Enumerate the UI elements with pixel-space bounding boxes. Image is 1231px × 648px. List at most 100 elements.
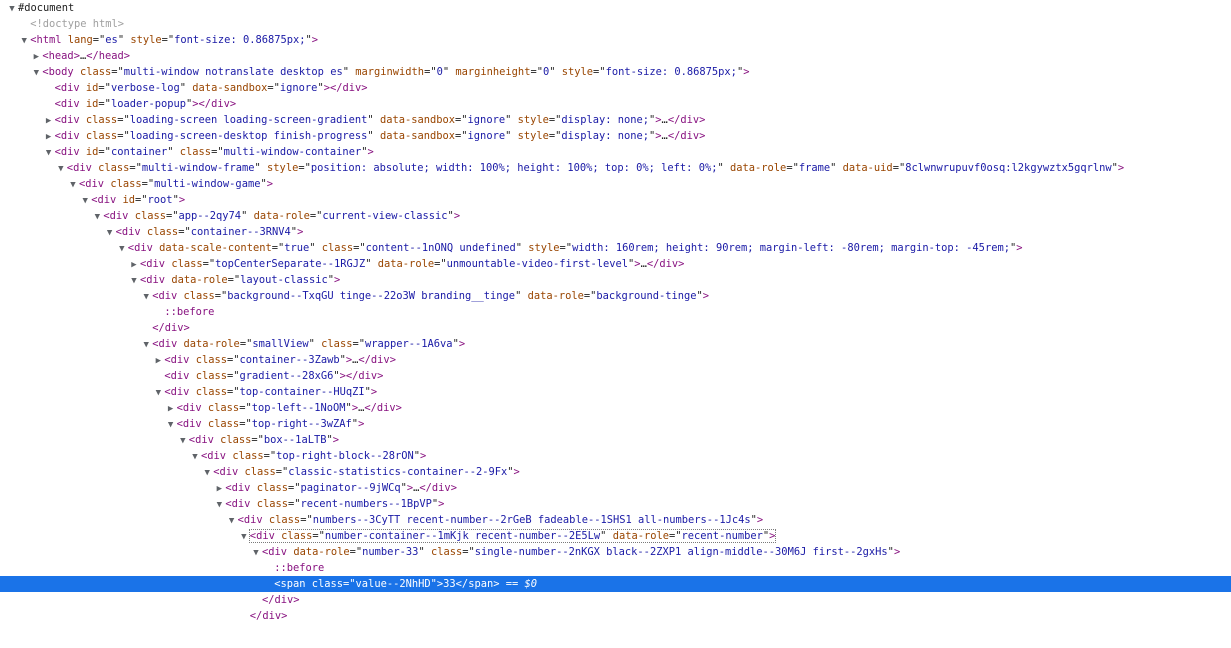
attribute-name[interactable]: class — [86, 130, 117, 142]
attribute-name[interactable]: class — [257, 498, 288, 510]
attribute-value[interactable]: box--1aLTB — [264, 434, 327, 446]
attribute-name[interactable]: data-sandbox — [380, 114, 455, 126]
selected-node-row[interactable]: <span class="value--2NhHD">33</span> == … — [0, 576, 1231, 592]
dom-node-row[interactable]: ▼ <div class="background--TxqGU tinge--22… — [0, 288, 1231, 304]
expand-triangle-icon[interactable]: ▼ — [226, 513, 238, 529]
attribute-value[interactable]: multi-window-container — [224, 146, 362, 158]
attribute-name[interactable]: class — [208, 402, 239, 414]
dom-node-row[interactable]: ▶ <div class="top-left--1NoOM">…</div> — [0, 400, 1231, 416]
attribute-name[interactable]: data-role — [730, 162, 786, 174]
attribute-name[interactable]: class — [431, 546, 462, 558]
attribute-value[interactable]: root — [148, 194, 173, 206]
expand-triangle-icon[interactable]: ▼ — [91, 209, 103, 225]
attribute-name[interactable]: data-role — [528, 290, 584, 302]
attribute-value[interactable]: background-tinge — [596, 290, 696, 302]
attribute-name[interactable]: marginheight — [455, 66, 530, 78]
attribute-value[interactable]: current-view-classic — [322, 210, 447, 222]
attribute-value[interactable]: loading-screen loading-screen-gradient — [130, 114, 368, 126]
attribute-value[interactable]: recent-number — [682, 530, 763, 542]
collapse-triangle-icon[interactable]: ▶ — [43, 113, 55, 129]
attribute-name[interactable]: id — [86, 146, 99, 158]
attribute-value[interactable]: value--2NhHD — [356, 578, 431, 590]
attribute-name[interactable]: style — [130, 34, 161, 46]
attribute-name[interactable]: lang — [68, 34, 93, 46]
attribute-value[interactable]: container--3RNV4 — [191, 226, 291, 238]
dom-node-row[interactable]: ▼ <div data-role="layout-classic"> — [0, 272, 1231, 288]
expand-triangle-icon[interactable]: ▼ — [43, 145, 55, 161]
dom-node-row[interactable]: ▼ <div data-role="number-33" class="singl… — [0, 544, 1231, 560]
dom-node-row[interactable]: ▼ <div class="top-container--HUqZI"> — [0, 384, 1231, 400]
dom-node-row[interactable]: ▼ <div class="top-right-block--28rON"> — [0, 448, 1231, 464]
attribute-value[interactable]: display: none; — [561, 130, 649, 142]
dom-node-row[interactable]: <div id="loader-popup"></div> — [0, 96, 1231, 112]
expand-triangle-icon[interactable]: ▼ — [238, 529, 250, 545]
expand-triangle-icon[interactable]: ▼ — [165, 417, 177, 433]
attribute-name[interactable]: class — [86, 114, 117, 126]
expand-triangle-icon[interactable]: ▼ — [140, 289, 152, 305]
attribute-value[interactable]: top-right--3wZAf — [252, 418, 352, 430]
attribute-name[interactable]: style — [518, 114, 549, 126]
expand-triangle-icon[interactable]: ▼ — [201, 465, 213, 481]
expand-triangle-icon[interactable]: ▼ — [177, 433, 189, 449]
collapse-triangle-icon[interactable]: ▶ — [30, 49, 42, 65]
attribute-name[interactable]: class — [281, 530, 312, 542]
attribute-value[interactable]: number-container--1mKjk recent-number--2… — [325, 530, 600, 542]
dom-node-row[interactable]: ▼ <div class="top-right--3wZAf"> — [0, 416, 1231, 432]
attribute-name[interactable]: class — [171, 258, 202, 270]
attribute-name[interactable]: data-role — [378, 258, 434, 270]
expand-triangle-icon[interactable]: ▼ — [104, 225, 116, 241]
attribute-name[interactable]: class — [110, 178, 141, 190]
attribute-value[interactable]: content--1nONQ undefined — [366, 242, 516, 254]
attribute-name[interactable]: style — [528, 242, 559, 254]
attribute-value[interactable]: recent-numbers--1BpVP — [301, 498, 432, 510]
dom-node-row[interactable]: ▶ <div class="container--3Zawb">…</div> — [0, 352, 1231, 368]
attribute-name[interactable]: class — [220, 434, 251, 446]
attribute-name[interactable]: class — [135, 210, 166, 222]
attribute-value[interactable]: classic-statistics-container--2-9Fx — [288, 466, 507, 478]
attribute-name[interactable]: data-uid — [843, 162, 893, 174]
attribute-value[interactable]: true — [284, 242, 309, 254]
attribute-value[interactable]: numbers--3CyTT recent-number--2rGeB fade… — [313, 514, 751, 526]
attribute-value[interactable]: multi-window notranslate desktop es — [124, 66, 343, 78]
expand-triangle-icon[interactable]: ▼ — [18, 33, 30, 49]
dom-node-row[interactable]: ▼ <div data-role="smallView" class="wrapp… — [0, 336, 1231, 352]
attribute-value[interactable]: verbose-log — [111, 82, 180, 94]
attribute-value[interactable]: ignore — [468, 114, 506, 126]
attribute-name[interactable]: class — [208, 418, 239, 430]
attribute-value[interactable]: multi-window-frame — [142, 162, 255, 174]
attribute-name[interactable]: class — [147, 226, 178, 238]
dom-node-row[interactable]: <!doctype html> — [0, 16, 1231, 32]
elements-dom-tree[interactable]: ▼ #document <!doctype html> ▼ <html lang="es… — [0, 0, 1231, 648]
attribute-value[interactable]: wrapper--1A6va — [365, 338, 453, 350]
dom-node-row[interactable]: ▶ <head>…</head> — [0, 48, 1231, 64]
expand-triangle-icon[interactable]: ▼ — [152, 385, 164, 401]
attribute-name[interactable]: style — [267, 162, 298, 174]
attribute-value[interactable]: 8clwnwrupuvf0osq:l2kgywztx5gqrlnw — [905, 162, 1111, 174]
attribute-value[interactable]: app--2qy74 — [179, 210, 242, 222]
attribute-value[interactable]: loader-popup — [111, 98, 186, 110]
dom-node-row[interactable]: ▼ <html lang="es" style="font-size: 0.868… — [0, 32, 1231, 48]
attribute-name[interactable]: class — [180, 146, 211, 158]
dom-node-row[interactable]: ::before — [0, 560, 1231, 576]
dom-node-row[interactable]: ▼ <div class="classic-statistics-containe… — [0, 464, 1231, 480]
attribute-name[interactable]: data-role — [171, 274, 227, 286]
attribute-value[interactable]: position: absolute; width: 100%; height:… — [311, 162, 718, 174]
expand-triangle-icon[interactable]: ▼ — [55, 161, 67, 177]
attribute-value[interactable]: width: 160rem; height: 90rem; margin-lef… — [572, 242, 1010, 254]
attribute-name[interactable]: data-role — [293, 546, 349, 558]
dom-node-row[interactable]: </div> — [0, 320, 1231, 336]
expand-triangle-icon[interactable]: ▼ — [140, 337, 152, 353]
attribute-name[interactable]: class — [196, 386, 227, 398]
dom-node-row[interactable]: ▼ <div id="root"> — [0, 192, 1231, 208]
dom-node-row[interactable]: ▼ <div class="number-container--1mKjk rec… — [0, 528, 1231, 544]
dom-node-row[interactable]: ▼ <div data-scale-content="true" class="c… — [0, 240, 1231, 256]
dom-node-row[interactable]: ▼ <div class="numbers--3CyTT recent-numbe… — [0, 512, 1231, 528]
expand-triangle-icon[interactable]: ▼ — [67, 177, 79, 193]
attribute-value[interactable]: multi-window-game — [154, 178, 260, 190]
attribute-value[interactable]: frame — [799, 162, 830, 174]
attribute-value[interactable]: container — [111, 146, 167, 158]
collapse-triangle-icon[interactable]: ▶ — [128, 257, 140, 273]
attribute-value[interactable]: top-container--HUqZI — [240, 386, 365, 398]
attribute-value[interactable]: display: none; — [561, 114, 649, 126]
attribute-name[interactable]: style — [562, 66, 593, 78]
